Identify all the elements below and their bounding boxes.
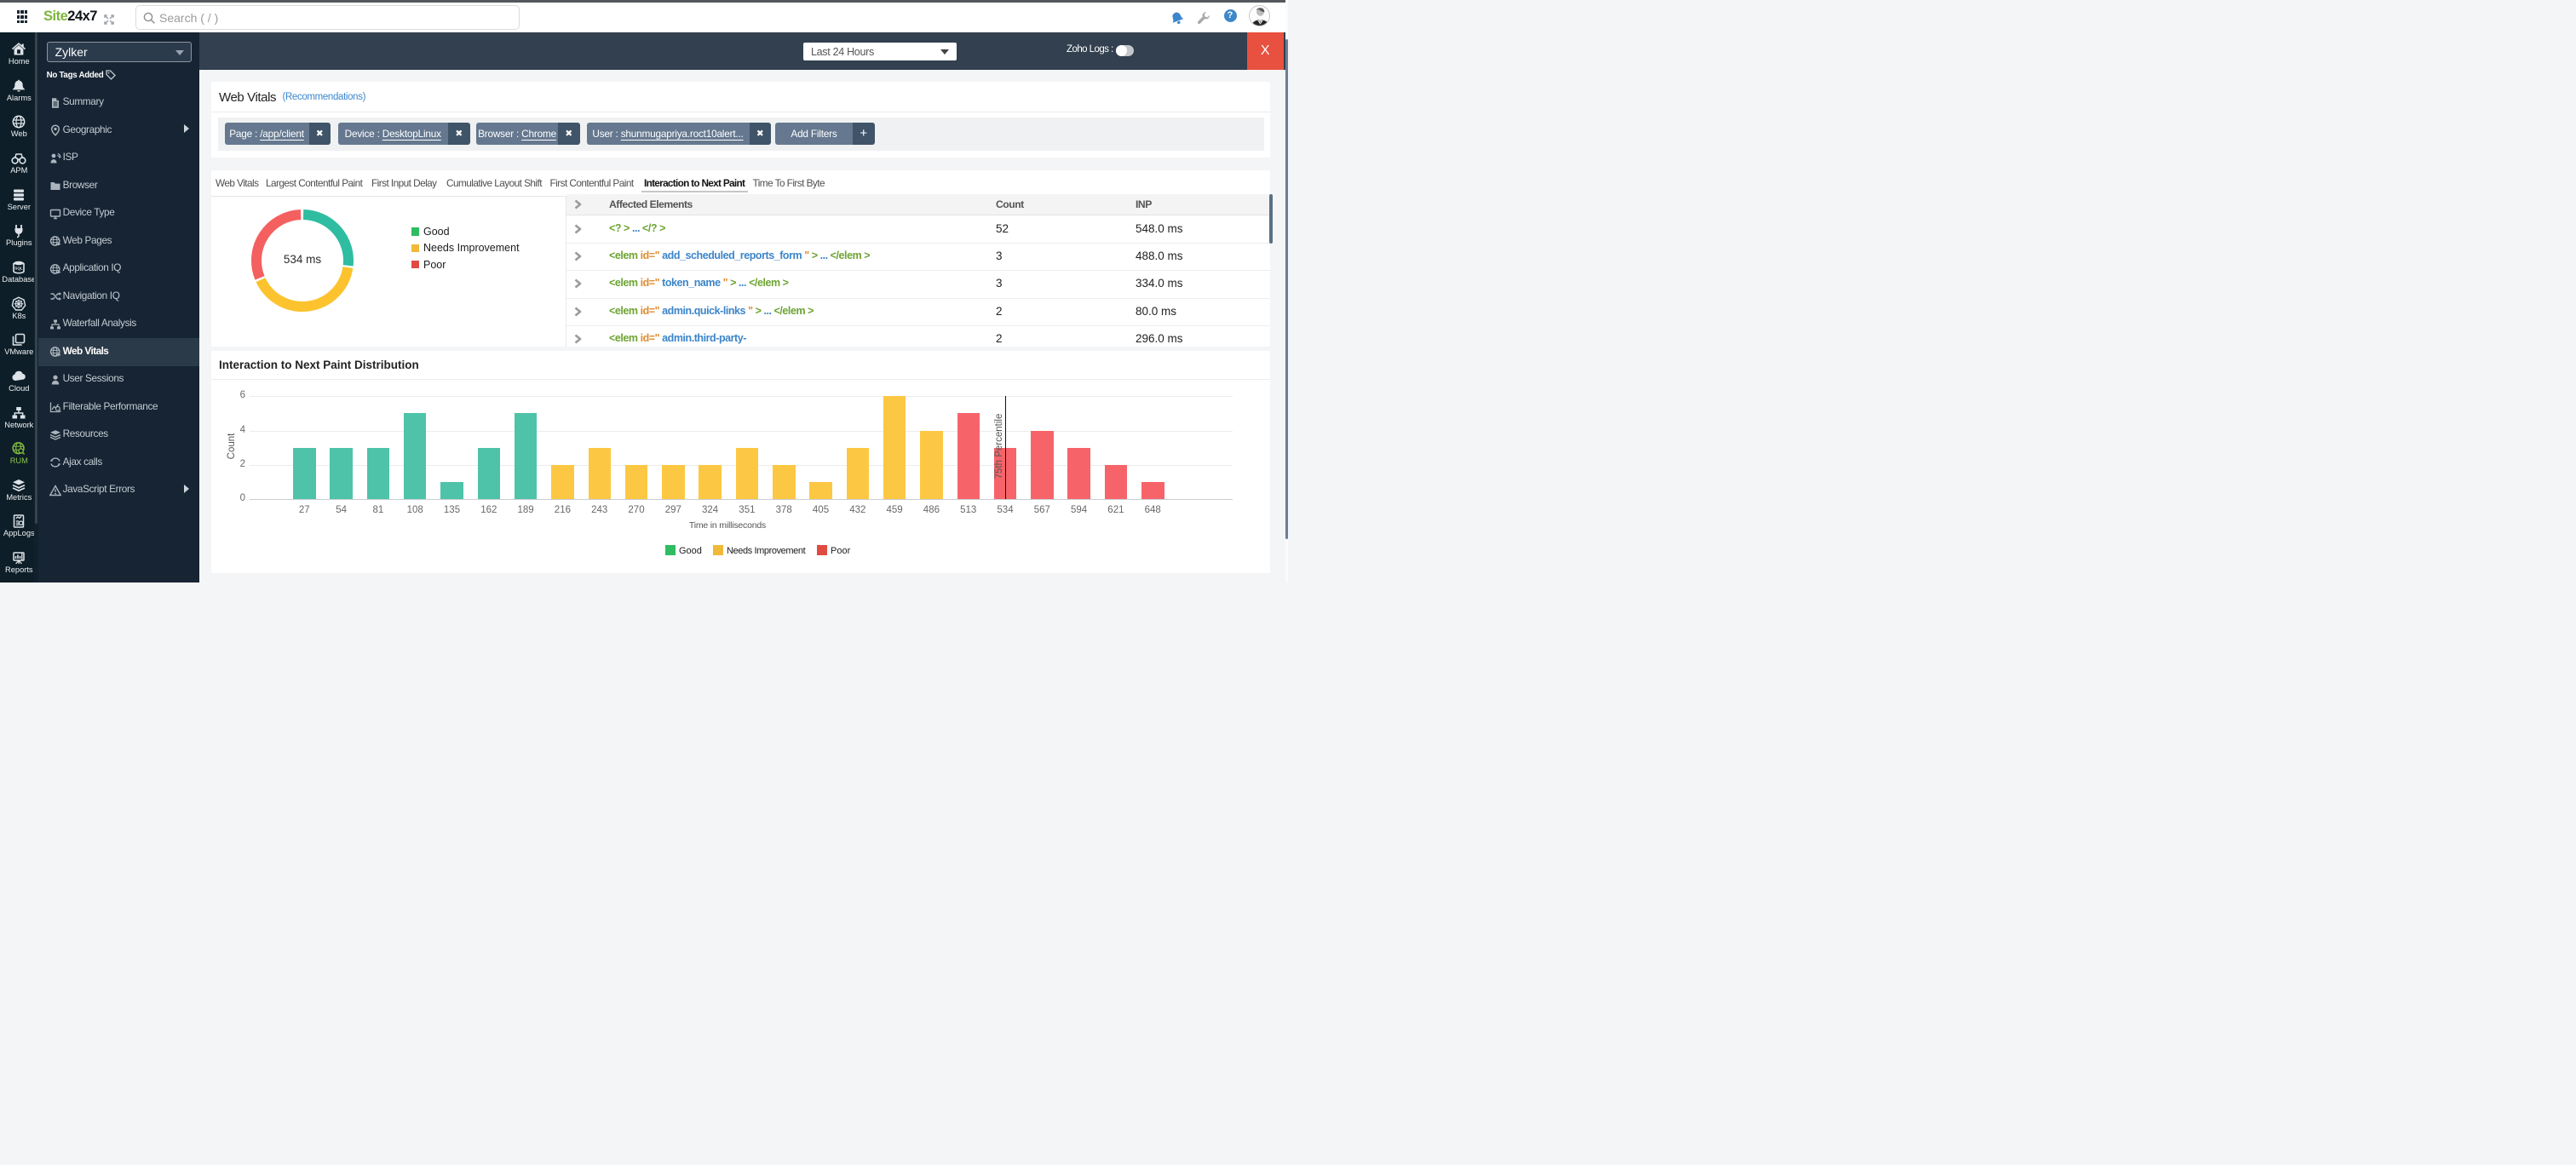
svg-text:SQL: SQL	[15, 266, 24, 270]
